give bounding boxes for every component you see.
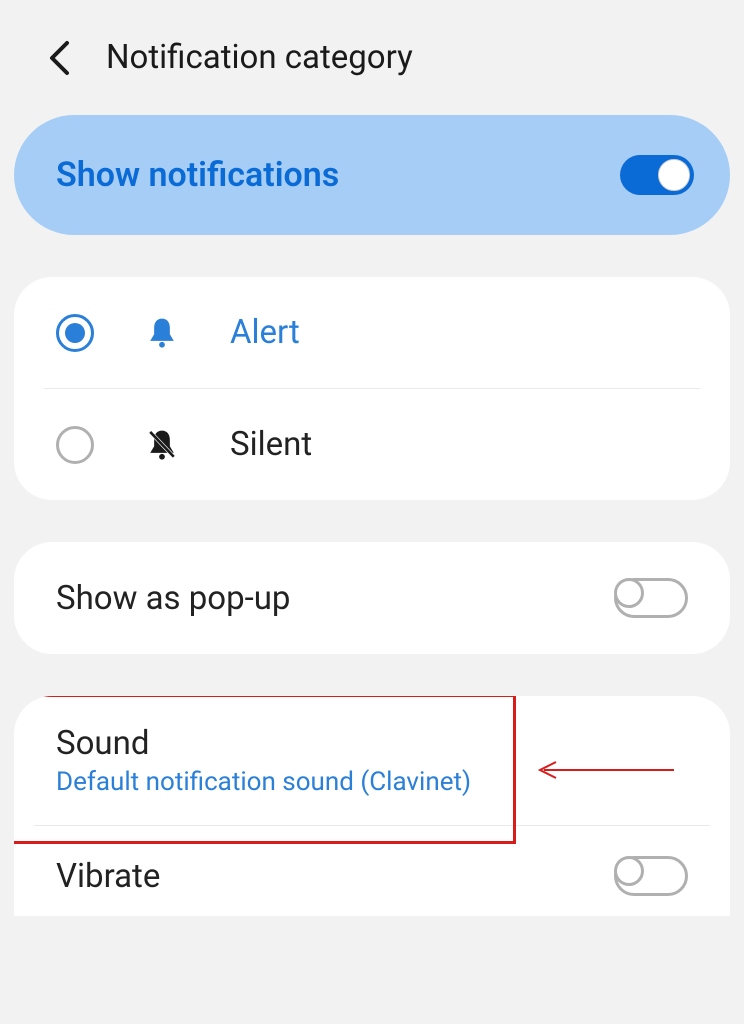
- page-title: Notification category: [106, 38, 413, 77]
- sound-card: Sound Default notification sound (Clavin…: [14, 696, 730, 916]
- show-notifications-label: Show notifications: [56, 155, 339, 195]
- mode-option-silent[interactable]: Silent: [44, 388, 700, 500]
- sound-label: Sound: [56, 724, 688, 763]
- header: Notification category: [0, 0, 744, 115]
- sound-row[interactable]: Sound Default notification sound (Clavin…: [14, 696, 730, 825]
- radio-unselected-icon: [56, 426, 94, 464]
- show-notifications-toggle[interactable]: [620, 155, 694, 195]
- popup-row[interactable]: Show as pop-up: [14, 542, 730, 654]
- vibrate-row[interactable]: Vibrate: [34, 825, 710, 916]
- show-notifications-row[interactable]: Show notifications: [14, 115, 730, 235]
- back-icon[interactable]: [48, 40, 70, 76]
- radio-selected-icon: [56, 314, 94, 352]
- mode-option-silent-label: Silent: [230, 425, 312, 464]
- mode-option-alert-label: Alert: [230, 313, 300, 352]
- sound-value: Default notification sound (Clavinet): [56, 767, 688, 797]
- bell-icon: [144, 316, 180, 350]
- popup-toggle[interactable]: [614, 578, 688, 618]
- vibrate-label: Vibrate: [56, 857, 160, 896]
- mode-card: Alert Silent: [14, 277, 730, 500]
- vibrate-toggle[interactable]: [614, 856, 688, 896]
- mode-option-alert[interactable]: Alert: [14, 277, 730, 388]
- popup-label: Show as pop-up: [56, 579, 290, 618]
- popup-card: Show as pop-up: [14, 542, 730, 654]
- bell-off-icon: [144, 428, 180, 462]
